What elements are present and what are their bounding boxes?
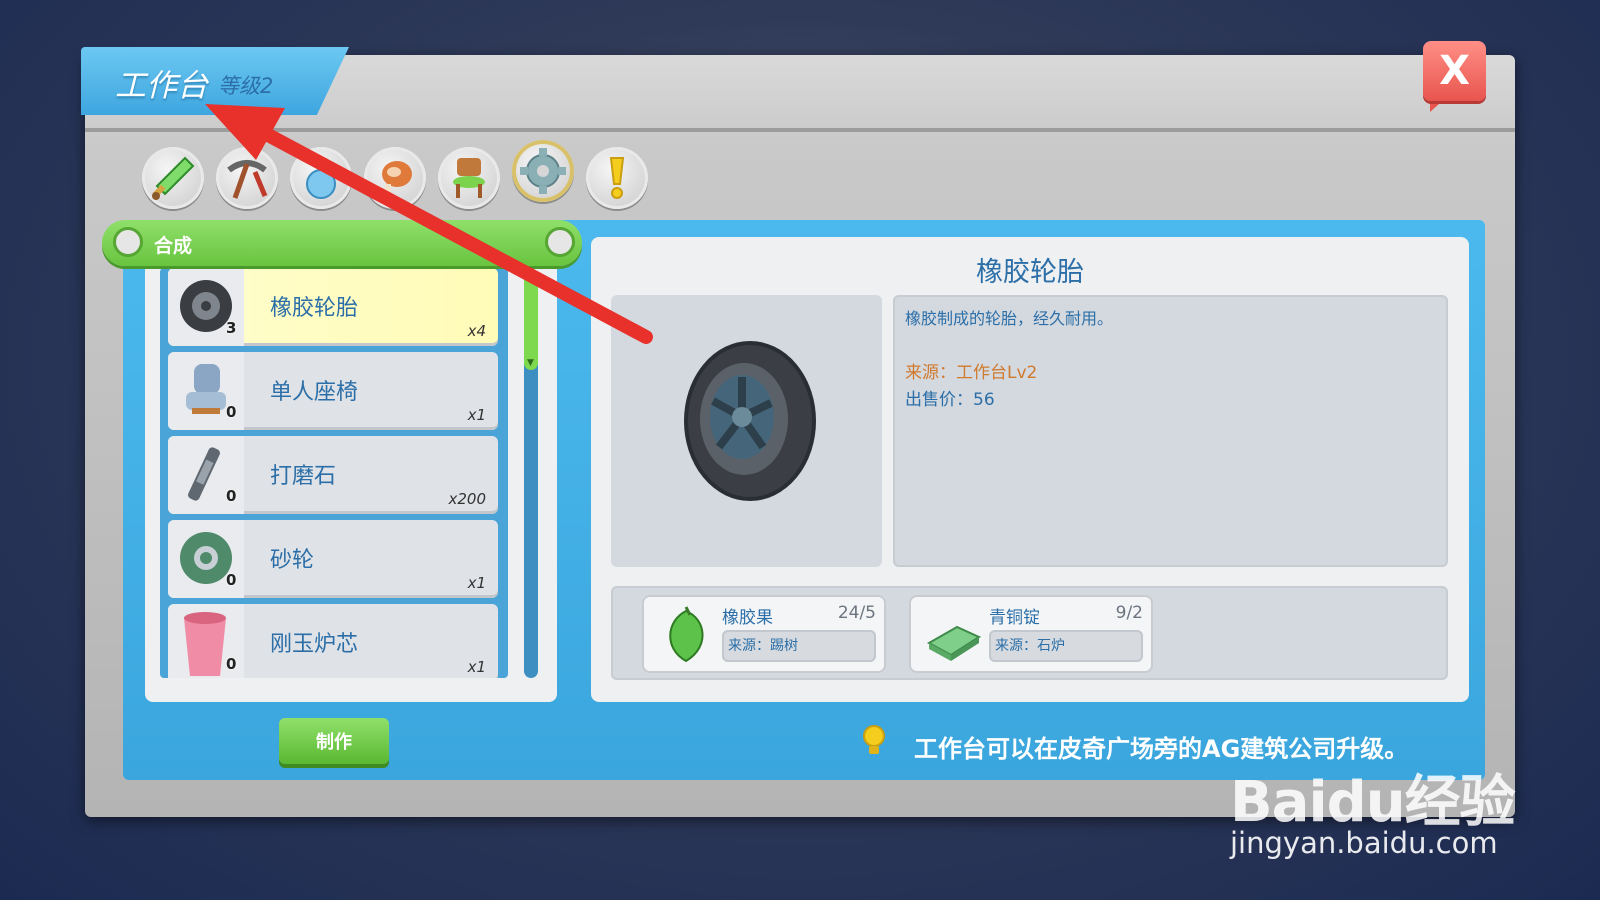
item-name: 打磨石: [270, 464, 337, 489]
item-name: 橡胶轮胎: [270, 296, 359, 321]
item-yield: x4: [467, 322, 486, 340]
lightbulb-icon: [862, 724, 886, 762]
material-quantity: 9/2: [1115, 603, 1143, 623]
list-scrollbar-thumb[interactable]: [524, 274, 538, 370]
header-left-knob: [113, 227, 143, 257]
material-source: 来源：石炉: [989, 630, 1143, 662]
item-yield: x1: [467, 406, 486, 424]
item-owned-count: 0: [226, 571, 237, 589]
chair-icon: [453, 158, 485, 198]
item-owned-count: 0: [226, 487, 237, 505]
recipe-list-title: 合成: [154, 235, 193, 257]
category-tab-weapons[interactable]: [142, 147, 204, 209]
item-owned-count: 0: [226, 403, 237, 421]
category-tab-furniture[interactable]: [438, 147, 500, 209]
list-item-rubber-tire[interactable]: 3 橡胶轮胎 x4: [168, 268, 498, 346]
material-name: 青铜锭: [989, 608, 1040, 628]
item-name: 砂轮: [270, 548, 315, 573]
close-button[interactable]: X: [1423, 41, 1486, 101]
item-sell-price: 出售价：56: [905, 390, 995, 410]
item-description-box: [893, 295, 1448, 567]
material-source: 来源：踢树: [722, 630, 876, 662]
detail-title: 橡胶轮胎: [976, 257, 1084, 288]
rubber-fruit-icon: [669, 606, 704, 663]
sword-icon: [152, 156, 195, 200]
item-yield: x1: [467, 574, 486, 592]
item-owned-count: 0: [226, 655, 237, 673]
item-yield: x1: [467, 658, 486, 676]
header-right-knob: [545, 227, 575, 257]
recipe-list[interactable]: 3 橡胶轮胎 x4 0 单人座椅 x1 0 打磨石 x200 0 砂轮 x1 0…: [160, 268, 508, 678]
material-name: 橡胶果: [722, 608, 773, 628]
material-icon-wrap: [656, 603, 716, 665]
material-icon-wrap: [923, 603, 983, 665]
item-source: 来源：工作台Lv2: [905, 363, 1038, 383]
category-tab-potions[interactable]: [290, 147, 352, 209]
category-tab-materials[interactable]: [512, 140, 574, 202]
item-description: 橡胶制成的轮胎，经久耐用。: [905, 309, 1114, 328]
item-preview: [611, 295, 882, 567]
tire-icon: [684, 341, 816, 501]
item-name: 刚玉炉芯: [270, 632, 359, 657]
category-tab-food[interactable]: [364, 147, 426, 209]
item-yield: x200: [448, 490, 486, 508]
level-label: 等级2: [218, 74, 274, 98]
material-quantity: 24/5: [837, 603, 876, 623]
item-owned-count: 3: [226, 319, 237, 337]
material-rubber-fruit[interactable]: 橡胶果 24/5 来源：踢树: [644, 597, 884, 671]
craft-button[interactable]: 制作: [279, 718, 389, 764]
window-title: 工作台: [115, 68, 208, 104]
titlebar-divider: [85, 128, 1515, 132]
list-item-grindstone[interactable]: 0 打磨石 x200: [168, 436, 498, 514]
item-name: 单人座椅: [270, 380, 359, 405]
category-tab-quest[interactable]: [586, 147, 648, 209]
material-bronze-ingot[interactable]: 青铜锭 9/2 来源：石炉: [911, 597, 1151, 671]
exclamation-icon: [609, 157, 625, 199]
scroll-down-icon: ▼: [527, 358, 534, 368]
bronze-ingot-icon: [926, 625, 982, 661]
gear-icon: [520, 148, 566, 194]
food-icon: [382, 161, 412, 198]
pickaxe-icon: [227, 160, 268, 199]
list-item-single-seat[interactable]: 0 单人座椅 x1: [168, 352, 498, 430]
potion-icon: [306, 158, 336, 199]
category-tab-tools[interactable]: [216, 147, 278, 209]
watermark-url: jingyan.baidu.com: [1230, 826, 1498, 860]
list-item-furnace-core[interactable]: 0 刚玉炉芯 x1: [168, 604, 498, 678]
list-item-grinding-wheel[interactable]: 0 砂轮 x1: [168, 520, 498, 598]
